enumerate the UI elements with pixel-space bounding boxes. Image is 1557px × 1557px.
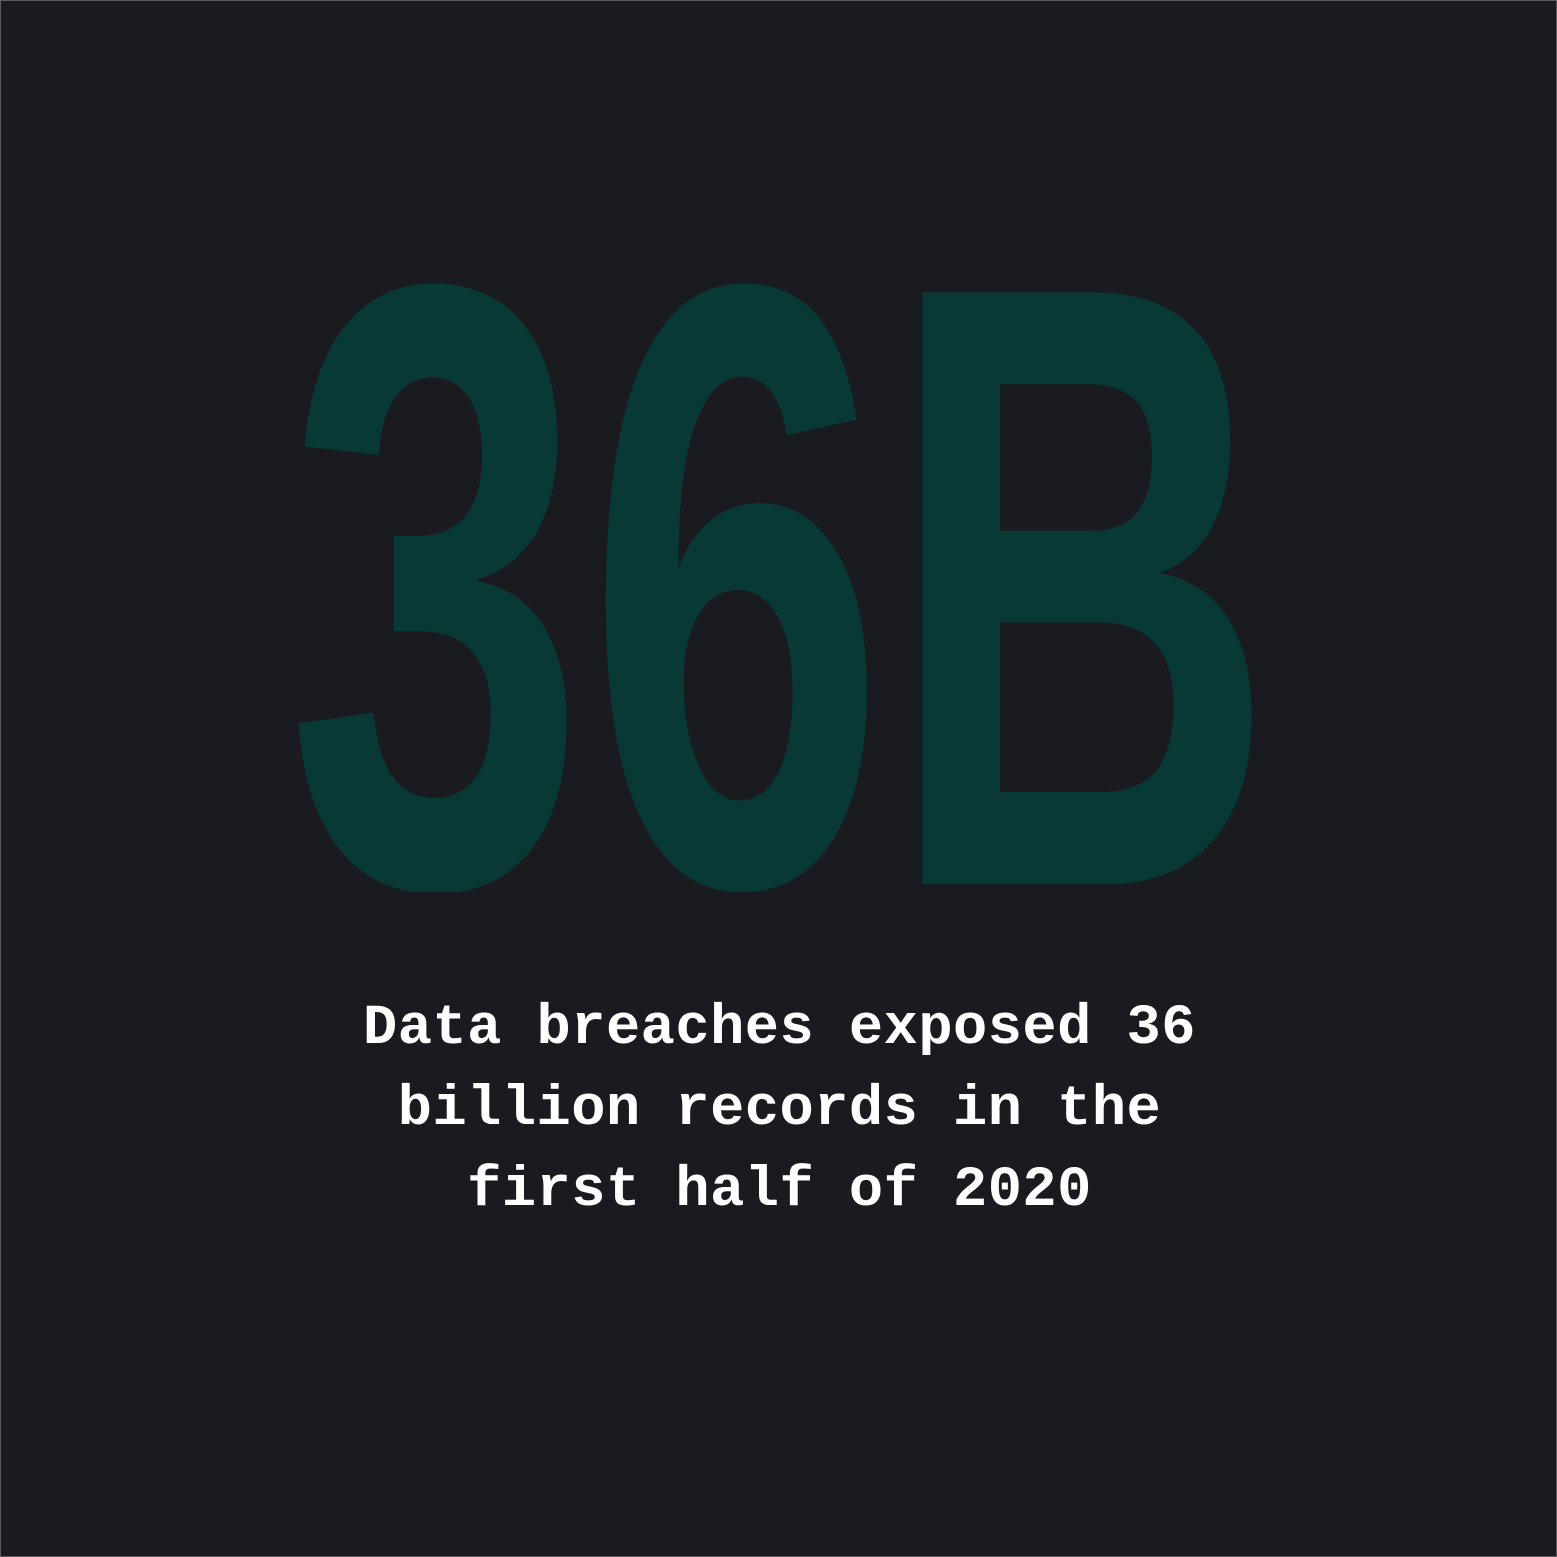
stat-card: 36B Data breaches exposed 36 billion rec… <box>0 0 1557 1557</box>
caption-line-2: billion records in the <box>397 1078 1162 1142</box>
big-stat-value: 36B <box>286 264 1276 892</box>
stat-caption: Data breaches exposed 36 billion records… <box>1 989 1557 1232</box>
big-stat-number: 36B <box>286 264 1276 892</box>
caption-line-1: Data breaches exposed 36 <box>363 997 1196 1061</box>
caption-line-3: first half of 2020 <box>467 1159 1092 1223</box>
